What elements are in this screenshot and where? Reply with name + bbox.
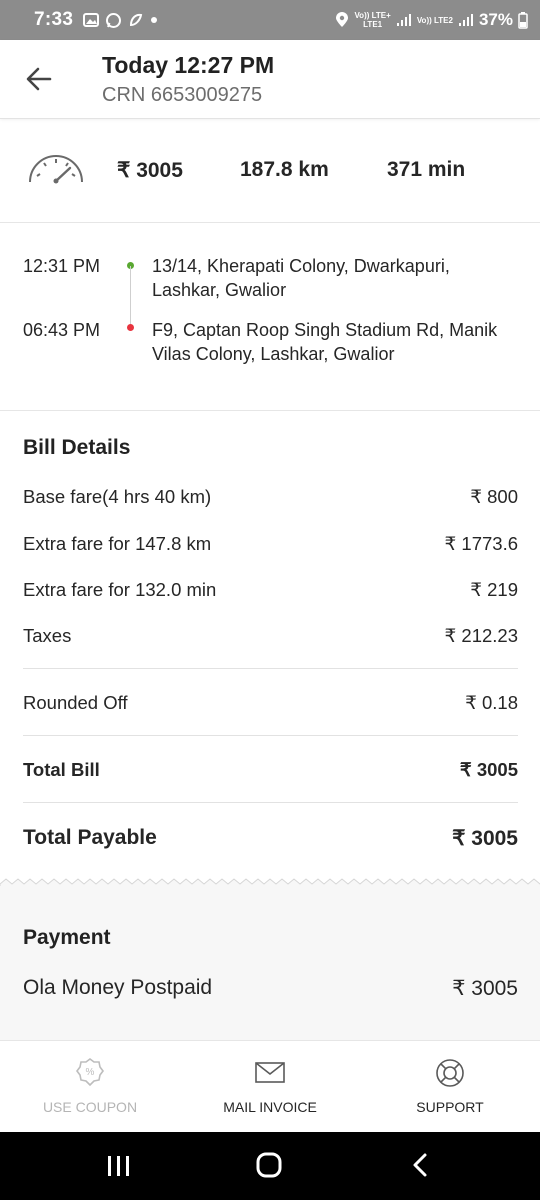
network-1: Vo)) LTE+ LTE1 [354,11,390,29]
bill-row-value: ₹ 1773.6 [444,533,519,554]
total-payable-label: Total Payable [23,826,157,849]
payment-section: Payment Ola Money Postpaid ₹ 3005 [0,886,540,1040]
app-header: Today 12:27 PM CRN 6653009275 [0,40,540,119]
mail-invoice-button[interactable]: MAIL INVOICE [180,1041,360,1133]
total-bill-row: Total Bill ₹ 3005 [23,759,518,781]
trip-stats: ₹ 3005 187.8 km 371 min [0,120,540,223]
network-1-sublabel: LTE1 [363,20,383,29]
back-button[interactable] [24,64,54,94]
trip-duration: 371 min [387,158,466,181]
payment-method: Ola Money Postpaid [23,976,213,999]
bill-row: Base fare(4 hrs 40 km) ₹ 800 [23,486,518,508]
status-right: Vo)) LTE+ LTE1 Vo)) LTE2 37% [335,10,528,30]
network-1-label: Vo)) LTE+ [354,11,391,20]
support-button[interactable]: SUPPORT [360,1041,540,1133]
drop-time: 06:43 PM [23,320,101,340]
battery-percent: 37% [478,10,513,29]
speedometer-icon [29,155,83,184]
location-icon [336,12,349,27]
recents-button[interactable] [99,1150,139,1182]
bill-row-value: ₹ 219 [470,579,518,600]
bill-row-value: ₹ 212.23 [444,625,519,646]
home-button[interactable] [249,1150,289,1182]
support-lifebuoy-icon [436,1059,464,1087]
pickup-address: 13/14, Kherapati Colony, Dwarkapuri, Las… [152,256,450,300]
bill-row-label: Taxes [23,625,72,646]
payment-amount: ₹ 3005 [452,977,518,1000]
ride-date-title: Today 12:27 PM [102,52,275,78]
rounded-off-row: Rounded Off ₹ 0.18 [23,692,518,714]
bill-row: Extra fare for 147.8 km ₹ 1773.6 [23,533,518,555]
signal-2-icon [458,14,473,26]
route-section: 12:31 PM 13/14, Kherapati Colony, Dwarka… [0,222,540,411]
total-payable-row: Total Payable ₹ 3005 [23,826,518,851]
divider [23,735,518,736]
trip-distance: 187.8 km [240,158,329,181]
total-bill-label: Total Bill [23,759,100,780]
total-bill-value: ₹ 3005 [459,759,518,780]
divider [23,668,518,669]
back-arrow-icon [26,67,52,91]
coupon-icon: % [76,1058,104,1087]
bill-row-label: Extra fare for 132.0 min [23,579,217,600]
back-chevron-icon [413,1153,427,1177]
crn-number: CRN 6653009275 [102,84,263,106]
battery-icon [518,11,528,29]
whatsapp-icon [106,12,122,28]
payment-row: Ola Money Postpaid ₹ 3005 [23,976,518,1001]
bill-row-label: Base fare(4 hrs 40 km) [23,486,212,507]
drop-address: F9, Captan Roop Singh Stadium Rd, Manik … [152,320,498,364]
gallery-icon [83,13,100,27]
bottom-actions: % USE COUPON MAIL INVOICE SUPPORT [0,1040,540,1133]
signal-1-icon [396,14,411,26]
system-nav-bar [0,1132,540,1200]
support-label: SUPPORT [416,1099,484,1115]
payment-title: Payment [23,926,111,949]
bill-row-label: Extra fare for 147.8 km [23,533,212,554]
pickup-time: 12:31 PM [23,256,101,276]
divider [23,802,518,803]
back-nav-button[interactable] [401,1150,441,1182]
status-bar: 7:33 Vo)) LTE+ LTE1 Vo)) LTE2 37% [0,0,540,40]
svg-text:%: % [86,1067,95,1078]
rounded-off-label: Rounded Off [23,692,128,713]
drop-dot [127,324,134,331]
use-coupon-label: USE COUPON [42,1099,138,1115]
bill-row: Extra fare for 132.0 min ₹ 219 [23,579,518,601]
mail-invoice-label: MAIL INVOICE [223,1099,317,1115]
network-2-label: Vo)) LTE2 [416,15,453,25]
status-time: 7:33 [34,9,74,30]
notification-icons [83,12,158,29]
network-2: Vo)) LTE2 [417,16,453,25]
mail-icon [255,1062,285,1083]
total-payable-value: ₹ 3005 [452,827,518,850]
ola-app-icon [130,13,143,27]
trip-fare: ₹ 3005 [117,159,183,182]
home-icon [256,1152,282,1178]
rounded-off-value: ₹ 0.18 [465,692,518,713]
bill-details-title: Bill Details [23,436,131,459]
bill-row-value: ₹ 800 [470,486,518,507]
use-coupon-button[interactable]: % USE COUPON [0,1041,180,1133]
route-line [130,266,131,326]
recents-icon [108,1156,129,1176]
dot-icon [151,17,158,23]
bill-row: Taxes ₹ 212.23 [23,625,518,647]
